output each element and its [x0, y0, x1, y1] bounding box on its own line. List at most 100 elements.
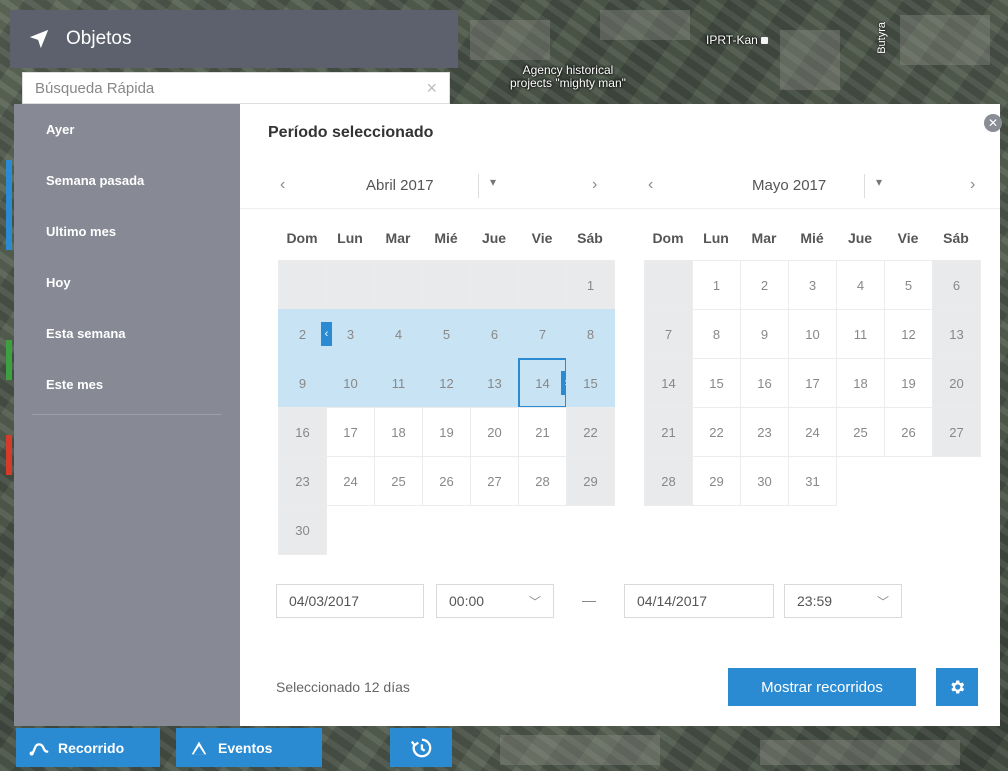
- calendar-day[interactable]: 9: [278, 358, 327, 408]
- calendar-day[interactable]: 18: [374, 407, 423, 457]
- calendar-day[interactable]: 23: [740, 407, 789, 457]
- calendar-day[interactable]: 15: [566, 358, 615, 408]
- next-month-icon[interactable]: ›: [970, 176, 975, 194]
- calendar-day-number: 5: [442, 326, 451, 342]
- calendar-day[interactable]: 9: [740, 309, 789, 359]
- calendar-day[interactable]: 23: [278, 456, 327, 506]
- calendar-day[interactable]: 5: [884, 260, 933, 310]
- calendar-day[interactable]: 19: [422, 407, 471, 457]
- calendar-day[interactable]: 17: [788, 358, 837, 408]
- calendar-day[interactable]: 11: [374, 358, 423, 408]
- calendar-day[interactable]: 13: [470, 358, 519, 408]
- calendar-day[interactable]: 16: [278, 407, 327, 457]
- calendar-day[interactable]: 7: [518, 309, 567, 359]
- calendar-day[interactable]: 6: [932, 260, 981, 310]
- calendar-day[interactable]: 28: [518, 456, 567, 506]
- calendar-day[interactable]: 22: [566, 407, 615, 457]
- calendar-day[interactable]: 17: [326, 407, 375, 457]
- calendar-day[interactable]: 29: [692, 456, 741, 506]
- prev-month-icon[interactable]: ‹: [648, 176, 653, 194]
- prev-month-icon[interactable]: ‹: [280, 176, 285, 194]
- calendar-day-number: 10: [343, 375, 358, 391]
- calendar-day[interactable]: 11: [836, 309, 885, 359]
- calendar-day[interactable]: 3: [788, 260, 837, 310]
- calendar-day[interactable]: 6: [470, 309, 519, 359]
- quick-period-este-mes[interactable]: Este mes: [14, 359, 240, 410]
- weekday-label: Mar: [385, 230, 411, 246]
- calendar-day[interactable]: 3 ‹: [321, 309, 375, 359]
- calendar-day[interactable]: 5: [422, 309, 471, 359]
- close-icon[interactable]: ✕: [984, 114, 1002, 132]
- history-icon: [410, 738, 432, 757]
- calendar-day[interactable]: 2: [278, 309, 327, 359]
- calendar-day[interactable]: 18: [836, 358, 885, 408]
- calendar-day[interactable]: 31: [788, 456, 837, 506]
- calendar-day[interactable]: 25: [836, 407, 885, 457]
- calendar-day[interactable]: 7: [644, 309, 693, 359]
- calendar-day[interactable]: 20: [470, 407, 519, 457]
- from-date-field[interactable]: 04/03/2017: [276, 584, 424, 618]
- next-month-icon[interactable]: ›: [592, 176, 597, 194]
- map-building: [500, 735, 660, 765]
- calendar-day[interactable]: 21: [644, 407, 693, 457]
- calendar-day[interactable]: 19: [884, 358, 933, 408]
- quick-period-hoy[interactable]: Hoy: [14, 257, 240, 308]
- calendar-day[interactable]: 27: [932, 407, 981, 457]
- quick-period-esta-semana[interactable]: Esta semana: [14, 308, 240, 359]
- calendar-day[interactable]: 2: [740, 260, 789, 310]
- calendar-day[interactable]: 12: [884, 309, 933, 359]
- calendar-day[interactable]: 16: [740, 358, 789, 408]
- calendar-day[interactable]: 30: [740, 456, 789, 506]
- calendar-day[interactable]: 24: [788, 407, 837, 457]
- calendar-day[interactable]: 10: [788, 309, 837, 359]
- events-button[interactable]: Eventos: [176, 728, 322, 767]
- to-time-select[interactable]: 23:59 ﹀: [784, 584, 902, 618]
- calendar-day[interactable]: 4: [374, 309, 423, 359]
- calendar-empty-cell: [374, 505, 423, 555]
- calendar-day[interactable]: 1: [566, 260, 615, 310]
- calendar-day[interactable]: 30: [278, 505, 327, 555]
- calendar-day[interactable]: 14: [644, 358, 693, 408]
- show-routes-button[interactable]: Mostrar recorridos: [728, 668, 916, 706]
- date-range-inputs: 04/03/2017 00:00 ﹀ 04/14/2017 23:59 ﹀: [276, 584, 902, 618]
- calendar-day[interactable]: 14›: [518, 358, 572, 408]
- calendar-day[interactable]: 22: [692, 407, 741, 457]
- calendar-day[interactable]: 27: [470, 456, 519, 506]
- calendar-day[interactable]: 29: [566, 456, 615, 506]
- calendar-day-number: 27: [487, 473, 502, 489]
- calendar-day[interactable]: 15: [692, 358, 741, 408]
- calendar-day[interactable]: 20: [932, 358, 981, 408]
- quick-period-ayer[interactable]: Ayer: [14, 104, 240, 155]
- search-input[interactable]: [35, 79, 427, 97]
- objects-title: Objetos: [66, 28, 132, 49]
- calendar-day[interactable]: 13: [932, 309, 981, 359]
- calendar-day[interactable]: 26: [422, 456, 471, 506]
- calendar-day[interactable]: 21: [518, 407, 567, 457]
- calendar-day[interactable]: 8: [566, 309, 615, 359]
- calendar-day[interactable]: 4: [836, 260, 885, 310]
- from-time-select[interactable]: 00:00 ﹀: [436, 584, 554, 618]
- quick-period-semana-pasada[interactable]: Semana pasada: [14, 155, 240, 206]
- month-dropdown-icon[interactable]: ▾: [876, 175, 882, 189]
- calendar-empty-cell: [644, 260, 693, 310]
- calendar-day[interactable]: 8: [692, 309, 741, 359]
- history-button[interactable]: [390, 728, 452, 767]
- calendar-day[interactable]: 24: [326, 456, 375, 506]
- route-button[interactable]: Recorrido: [16, 728, 160, 767]
- calendar-day[interactable]: 1: [692, 260, 741, 310]
- range-start-handle[interactable]: ‹: [321, 322, 332, 346]
- calendar-day[interactable]: 12: [422, 358, 471, 408]
- weekday-label: Jue: [847, 230, 873, 246]
- to-date-field[interactable]: 04/14/2017: [624, 584, 774, 618]
- calendar-day[interactable]: 28: [644, 456, 693, 506]
- calendar-day[interactable]: 25: [374, 456, 423, 506]
- chevron-down-icon: ﹀: [528, 594, 541, 609]
- month-dropdown-icon[interactable]: ▾: [490, 175, 496, 189]
- clear-icon[interactable]: ×: [426, 78, 437, 99]
- settings-button[interactable]: [936, 668, 978, 706]
- bottom-toolbar: Recorrido Eventos: [14, 726, 454, 771]
- quick-period-ultimo-mes[interactable]: Ultimo mes: [14, 206, 240, 257]
- calendar-day[interactable]: 10: [326, 358, 375, 408]
- picker-title: Período seleccionado: [268, 124, 434, 141]
- calendar-day[interactable]: 26: [884, 407, 933, 457]
